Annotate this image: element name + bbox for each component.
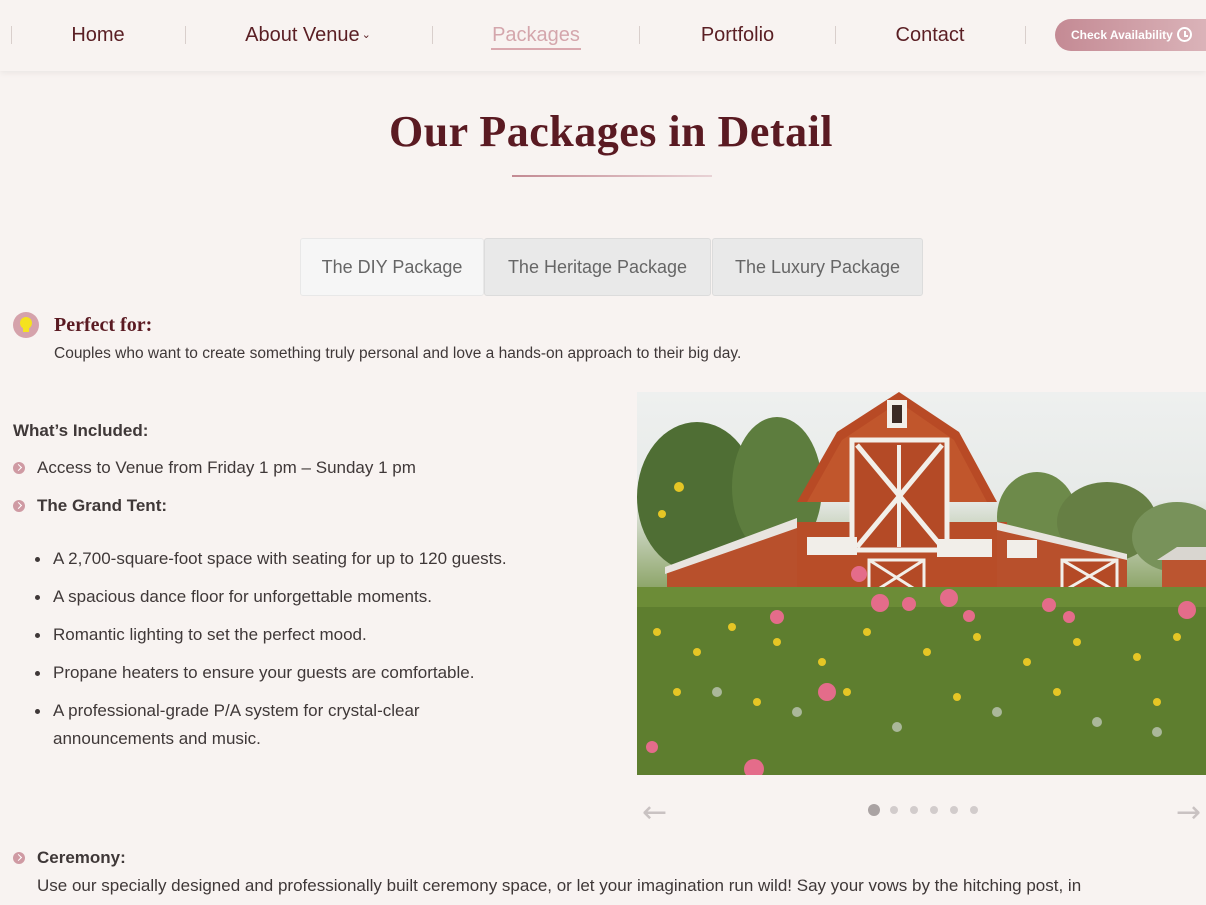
chevron-bullet-icon <box>13 852 25 864</box>
chevron-bullet-icon <box>13 500 25 512</box>
carousel-next-button[interactable]: → <box>1176 798 1201 828</box>
tab-luxury-package[interactable]: The Luxury Package <box>712 238 923 296</box>
list-item: A 2,700-square-foot space with seating f… <box>35 545 593 573</box>
chevron-down-icon: ⌄ <box>361 29 371 41</box>
carousel-prev-button[interactable]: ← <box>642 798 667 828</box>
list-item: Propane heaters to ensure your guests ar… <box>35 659 593 687</box>
list-item: A spacious dance floor for unforgettable… <box>35 583 593 611</box>
barn-photo <box>637 392 1206 775</box>
perfect-for-text: Couples who want to create something tru… <box>54 345 742 362</box>
tab-diy-package[interactable]: The DIY Package <box>300 238 484 296</box>
list-item: Romantic lighting to set the perfect moo… <box>35 621 593 649</box>
nav-item-portfolio[interactable]: Portfolio <box>680 20 795 50</box>
tab-heritage-package[interactable]: The Heritage Package <box>484 238 711 296</box>
nav-divider <box>432 26 433 44</box>
nav-divider <box>185 26 186 44</box>
nav-divider <box>639 26 640 44</box>
carousel-dot[interactable] <box>930 806 938 814</box>
ceremony-heading: Ceremony: <box>37 848 126 867</box>
grand-tent-heading: The Grand Tent: <box>37 496 168 515</box>
nav-divider <box>11 26 12 44</box>
title-underline <box>512 175 712 177</box>
carousel-image <box>637 392 1206 775</box>
perfect-for-heading: Perfect for: <box>54 314 153 336</box>
clock-icon <box>1176 27 1192 42</box>
chevron-bullet-icon <box>13 462 25 474</box>
whats-included-heading: What’s Included: <box>13 421 149 440</box>
carousel-dot[interactable] <box>890 806 898 814</box>
nav-item-about-venue[interactable]: About Venue ⌄ <box>230 20 386 50</box>
lightbulb-icon <box>13 312 39 338</box>
check-availability-button[interactable]: Check Availability <box>1055 19 1206 51</box>
page-title: Our Packages in Detail <box>388 107 834 156</box>
carousel-dot[interactable] <box>950 806 958 814</box>
top-nav: Home About Venue ⌄ Packages Portfolio Con… <box>0 0 1206 71</box>
nav-item-contact[interactable]: Contact <box>872 20 988 50</box>
ceremony-text: Use our specially designed and professio… <box>37 876 1082 895</box>
access-text: Access to Venue from Friday 1 pm – Sunda… <box>37 458 416 477</box>
carousel-dot[interactable] <box>868 804 880 816</box>
list-item: A professional-grade P/A system for crys… <box>35 697 493 753</box>
nav-item-packages[interactable]: Packages <box>491 20 581 50</box>
tent-features-list: A 2,700-square-foot space with seating f… <box>35 545 593 763</box>
check-availability-label: Check Availability <box>1071 28 1173 42</box>
nav-item-about-venue-label: About Venue <box>245 24 360 46</box>
nav-divider <box>835 26 836 44</box>
nav-item-home[interactable]: Home <box>40 20 156 50</box>
carousel-dot[interactable] <box>910 806 918 814</box>
nav-divider <box>1025 26 1026 44</box>
carousel-dot[interactable] <box>970 806 978 814</box>
